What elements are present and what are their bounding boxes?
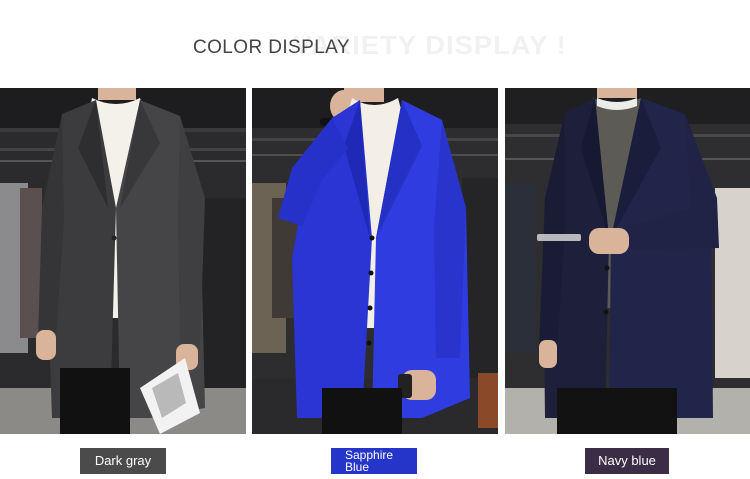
color-option-label: Navy blue xyxy=(598,453,656,468)
dark-gray-coat-illustration xyxy=(0,88,246,434)
color-option-label: Dark gray xyxy=(94,453,152,468)
color-option-sapphire-blue[interactable]: Sapphire Blue xyxy=(331,448,417,474)
heading-title: COLOR DISPLAY xyxy=(193,37,350,58)
section-heading: VARIETY DISPLAY ! COLOR DISPLAY xyxy=(0,0,750,90)
product-photo-dark-gray[interactable] xyxy=(0,88,246,434)
product-photo-sapphire-blue[interactable] xyxy=(252,88,498,434)
color-option-label-line2: Blue xyxy=(345,460,370,474)
navy-blue-coat-illustration xyxy=(505,88,750,434)
color-option-dark-gray[interactable]: Dark gray xyxy=(80,448,166,474)
product-photo-navy-blue[interactable] xyxy=(505,88,750,434)
sapphire-blue-coat-illustration xyxy=(252,88,498,434)
color-option-navy-blue[interactable]: Navy blue xyxy=(585,448,669,474)
